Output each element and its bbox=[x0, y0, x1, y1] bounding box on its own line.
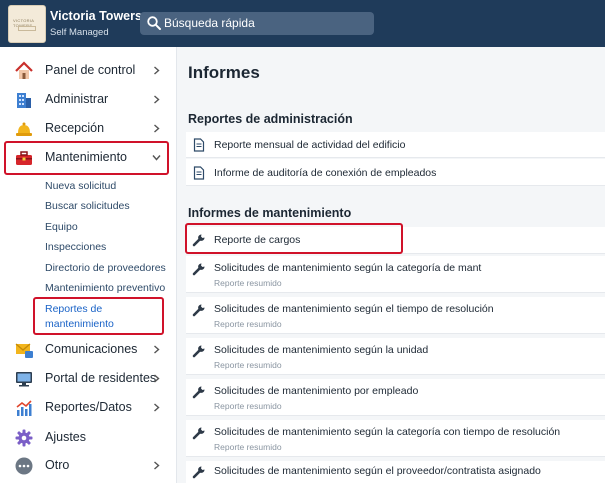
chevron-right-icon bbox=[154, 345, 160, 354]
highlight-box-mantenimiento bbox=[4, 141, 169, 175]
wrench-icon bbox=[192, 386, 205, 399]
sidebar-item-comunicaciones[interactable]: Comunicaciones bbox=[0, 336, 177, 364]
wrench-icon bbox=[192, 427, 205, 440]
more-icon bbox=[15, 457, 33, 475]
report-title: Solicitudes de mantenimiento por emplead… bbox=[214, 385, 419, 397]
org-logo[interactable]: VICTORIA TOWERS bbox=[8, 5, 46, 43]
report-subtitle: Reporte resumido bbox=[214, 401, 282, 411]
sidebar-item-label: Comunicaciones bbox=[45, 342, 138, 356]
sidebar-item-label: Portal de residentes bbox=[45, 371, 157, 385]
report-title: Solicitudes de mantenimiento según la ca… bbox=[214, 426, 561, 438]
report-title: Solicitudes de mantenimiento según la un… bbox=[214, 344, 429, 356]
mail-icon bbox=[15, 343, 33, 358]
report-title: Solicitudes de mantenimiento según la ca… bbox=[214, 262, 482, 274]
report-row[interactable]: Solicitudes de mantenimiento según la ca… bbox=[186, 420, 605, 457]
page-title: Informes bbox=[188, 63, 260, 82]
submenu-item-inspecciones[interactable]: Inspecciones bbox=[45, 241, 106, 253]
wrench-icon bbox=[192, 466, 205, 479]
chart-icon bbox=[16, 400, 32, 416]
highlight-box-reportes bbox=[33, 297, 164, 335]
search-icon bbox=[147, 16, 161, 30]
report-subtitle: Reporte resumido bbox=[214, 319, 282, 329]
sidebar-item-dashboard[interactable]: Panel de control bbox=[0, 57, 177, 85]
building-icon bbox=[17, 93, 31, 108]
sidebar-item-recepcion[interactable]: Recepción bbox=[0, 115, 177, 143]
chevron-right-icon bbox=[154, 95, 160, 104]
report-subtitle: Reporte resumido bbox=[214, 442, 282, 452]
search-placeholder: Búsqueda rápida bbox=[164, 16, 255, 30]
sidebar-item-label: Otro bbox=[45, 458, 70, 472]
submenu-item-buscar-solicitudes[interactable]: Buscar solicitudes bbox=[45, 200, 130, 212]
report-subtitle: Reporte resumido bbox=[214, 278, 282, 288]
report-row[interactable]: Solicitudes de mantenimiento según el ti… bbox=[186, 297, 605, 334]
wrench-icon bbox=[192, 345, 205, 358]
report-row[interactable]: Reporte mensual de actividad del edifici… bbox=[186, 132, 605, 158]
org-name[interactable]: Victoria Towers bbox=[50, 9, 142, 23]
sidebar-item-reportes-datos[interactable]: Reportes/Datos bbox=[0, 394, 177, 422]
sidebar-item-administrar[interactable]: Administrar bbox=[0, 86, 177, 114]
report-row[interactable]: Solicitudes de mantenimiento según la un… bbox=[186, 338, 605, 375]
report-title: Informe de auditoría de conexión de empl… bbox=[214, 167, 437, 179]
gear-icon bbox=[15, 429, 33, 447]
submenu-item-directorio-proveedores[interactable]: Directorio de proveedores bbox=[45, 262, 166, 274]
org-subtitle: Self Managed bbox=[50, 27, 109, 38]
bell-icon bbox=[16, 122, 32, 136]
chevron-right-icon bbox=[154, 461, 160, 470]
submenu-item-mantenimiento-preventivo[interactable]: Mantenimiento preventivo bbox=[45, 282, 165, 294]
sidebar-item-ajustes[interactable]: Ajustes bbox=[0, 424, 177, 452]
chevron-right-icon bbox=[154, 374, 160, 383]
sidebar-item-label: Recepción bbox=[45, 121, 105, 135]
submenu-item-equipo[interactable]: Equipo bbox=[45, 221, 78, 233]
submenu-item-nueva-solicitud[interactable]: Nueva solicitud bbox=[45, 180, 116, 192]
report-row[interactable]: Solicitudes de mantenimiento según el pr… bbox=[186, 461, 605, 483]
document-icon bbox=[193, 138, 205, 152]
sidebar-item-otro[interactable]: Otro bbox=[0, 452, 177, 480]
chevron-right-icon bbox=[154, 66, 160, 75]
document-icon bbox=[193, 166, 205, 180]
top-bar: VICTORIA TOWERS Victoria Towers Self Man… bbox=[0, 0, 605, 47]
section-title-mantenimiento: Informes de mantenimiento bbox=[188, 206, 352, 220]
highlight-box-reporte-cargos bbox=[185, 223, 403, 254]
sidebar-item-label: Administrar bbox=[45, 92, 109, 106]
main-content: Informes Reportes de administración Repo… bbox=[178, 47, 605, 483]
report-title: Solicitudes de mantenimiento según el ti… bbox=[214, 303, 494, 315]
quick-search-input[interactable]: Búsqueda rápida bbox=[140, 12, 374, 35]
sidebar-item-portal-residentes[interactable]: Portal de residentes bbox=[0, 365, 177, 393]
chevron-right-icon bbox=[154, 403, 160, 412]
sidebar: Panel de control Administrar Recepción M… bbox=[0, 47, 177, 483]
logo-mark bbox=[18, 26, 36, 31]
report-title: Reporte mensual de actividad del edifici… bbox=[214, 139, 406, 151]
sidebar-item-label: Reportes/Datos bbox=[45, 400, 132, 414]
monitor-icon bbox=[16, 372, 32, 387]
report-row[interactable]: Solicitudes de mantenimiento por emplead… bbox=[186, 379, 605, 416]
house-icon bbox=[15, 61, 33, 79]
report-title: Solicitudes de mantenimiento según el pr… bbox=[214, 465, 541, 477]
sidebar-item-label: Panel de control bbox=[45, 63, 136, 77]
wrench-icon bbox=[192, 304, 205, 317]
report-subtitle: Reporte resumido bbox=[214, 360, 282, 370]
chevron-right-icon bbox=[154, 124, 160, 133]
wrench-icon bbox=[192, 263, 205, 276]
report-row[interactable]: Solicitudes de mantenimiento según la ca… bbox=[186, 256, 605, 293]
sidebar-item-label: Ajustes bbox=[45, 430, 86, 444]
section-title-administracion: Reportes de administración bbox=[188, 112, 353, 126]
report-row[interactable]: Informe de auditoría de conexión de empl… bbox=[186, 159, 605, 186]
